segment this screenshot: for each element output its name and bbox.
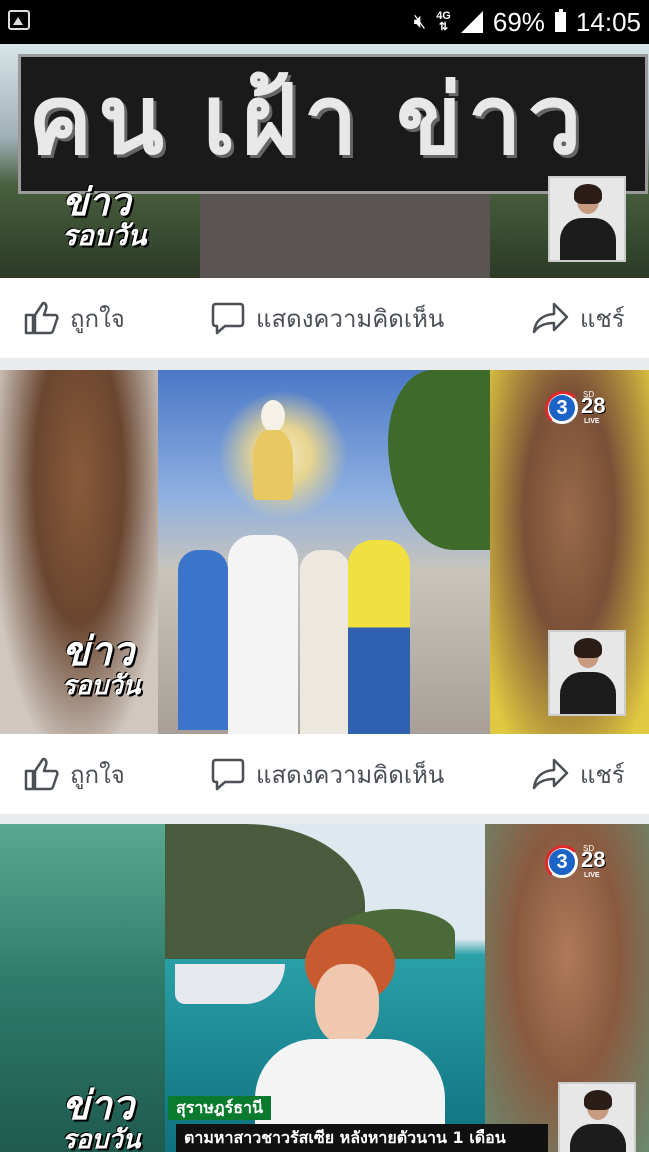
share-icon (532, 758, 569, 790)
program-logo: ข่าว รอบวัน (62, 632, 140, 698)
share-label: แชร์ (580, 304, 625, 333)
comment-icon (211, 302, 245, 335)
comment-label: แสดงความคิดเห็น (256, 304, 445, 333)
like-label: ถูกใจ (70, 304, 125, 333)
comment-button[interactable]: แสดงความคิดเห็น (210, 734, 444, 814)
program-logo-line2: รอบวัน (62, 670, 141, 700)
comment-icon (211, 758, 245, 791)
program-logo: ข่าว รอบวัน (62, 184, 147, 250)
trees (388, 370, 490, 550)
like-label: ถูกใจ (70, 760, 125, 789)
program-logo-line2: รอบวัน (62, 1124, 141, 1152)
news-ticker: ตามหาสาวชาวรัสเซีย หลังหายตัวนาน 1 เดือน (176, 1124, 548, 1152)
program-logo: ข่าว รอบวัน (62, 1086, 140, 1152)
post-3-video[interactable]: 3 SD 28 LIVE ข่าว รอบวัน สุราษฎร์ธานี ตา… (0, 824, 649, 1152)
channel-3-logo: 3 SD 28 LIVE (545, 844, 614, 884)
battery-percent: 69% (492, 6, 545, 37)
status-bar: 🔇︎ 4G ⇅ 69% 14:05 (0, 0, 649, 44)
post-1-video[interactable]: คน เฝ้า ข่าว ข่าว รอบวัน (0, 44, 649, 278)
gallery-icon (8, 10, 30, 30)
banner-title: คน เฝ้า ข่าว (28, 67, 588, 174)
program-logo-line1: ข่าว (62, 630, 135, 674)
person-4 (348, 540, 410, 734)
thumbs-up-icon (24, 757, 59, 791)
comment-button[interactable]: แสดงความคิดเห็น (210, 278, 444, 358)
program-logo-line1: ข่าว (62, 182, 131, 224)
mute-icon: 🔇︎ (413, 10, 427, 33)
boat (175, 964, 285, 1004)
location-tag: สุราษฎร์ธานี (168, 1096, 271, 1120)
share-icon (532, 302, 569, 334)
roof-structure (200, 194, 490, 278)
program-logo-line1: ข่าว (62, 1084, 135, 1128)
post-2-action-bar: ถูกใจ แสดงความคิดเห็น แชร์ (0, 734, 649, 814)
channel-3-logo: 3 SD 28 LIVE (545, 390, 614, 430)
post-1-action-bar: ถูกใจ แสดงความคิดเห็น แชร์ (0, 278, 649, 358)
share-label: แชร์ (580, 760, 625, 789)
thumbs-up-icon (24, 301, 59, 335)
statue-head (261, 400, 285, 432)
sign-language-interpreter (548, 176, 626, 262)
person-2 (228, 535, 298, 734)
photo-scene (158, 370, 490, 734)
like-button[interactable]: ถูกใจ (24, 278, 125, 358)
statue-body (253, 430, 293, 500)
battery-icon (554, 9, 566, 32)
comment-label: แสดงความคิดเห็น (256, 760, 445, 789)
person-1 (178, 550, 228, 730)
person-3 (300, 550, 350, 734)
like-button[interactable]: ถูกใจ (24, 734, 125, 814)
sign-language-interpreter (558, 1082, 636, 1152)
woman-face (315, 964, 379, 1044)
share-button[interactable]: แชร์ (532, 278, 625, 358)
program-logo-line2: รอบวัน (62, 220, 147, 251)
sign-language-interpreter (548, 630, 626, 716)
clock: 14:05 (575, 6, 641, 37)
post-2-video[interactable]: ข่าว รอบวัน 3 SD 28 LIVE (0, 370, 649, 734)
signal-icon (460, 11, 483, 33)
network-indicator: 4G ⇅ (436, 10, 451, 33)
share-button[interactable]: แชร์ (532, 734, 625, 814)
